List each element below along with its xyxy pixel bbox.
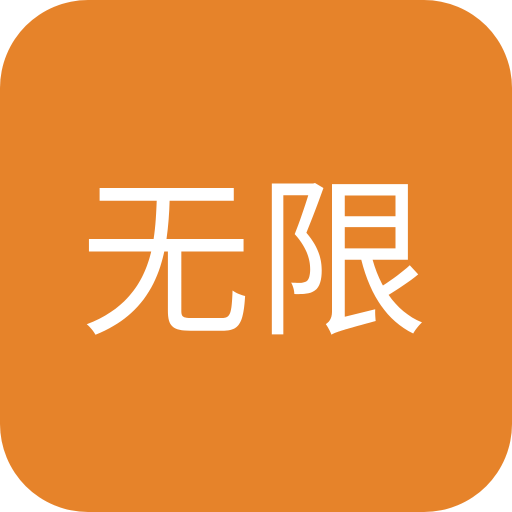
app-icon[interactable]: 无限 (0, 0, 512, 512)
app-icon-label: 无限 (80, 161, 432, 362)
